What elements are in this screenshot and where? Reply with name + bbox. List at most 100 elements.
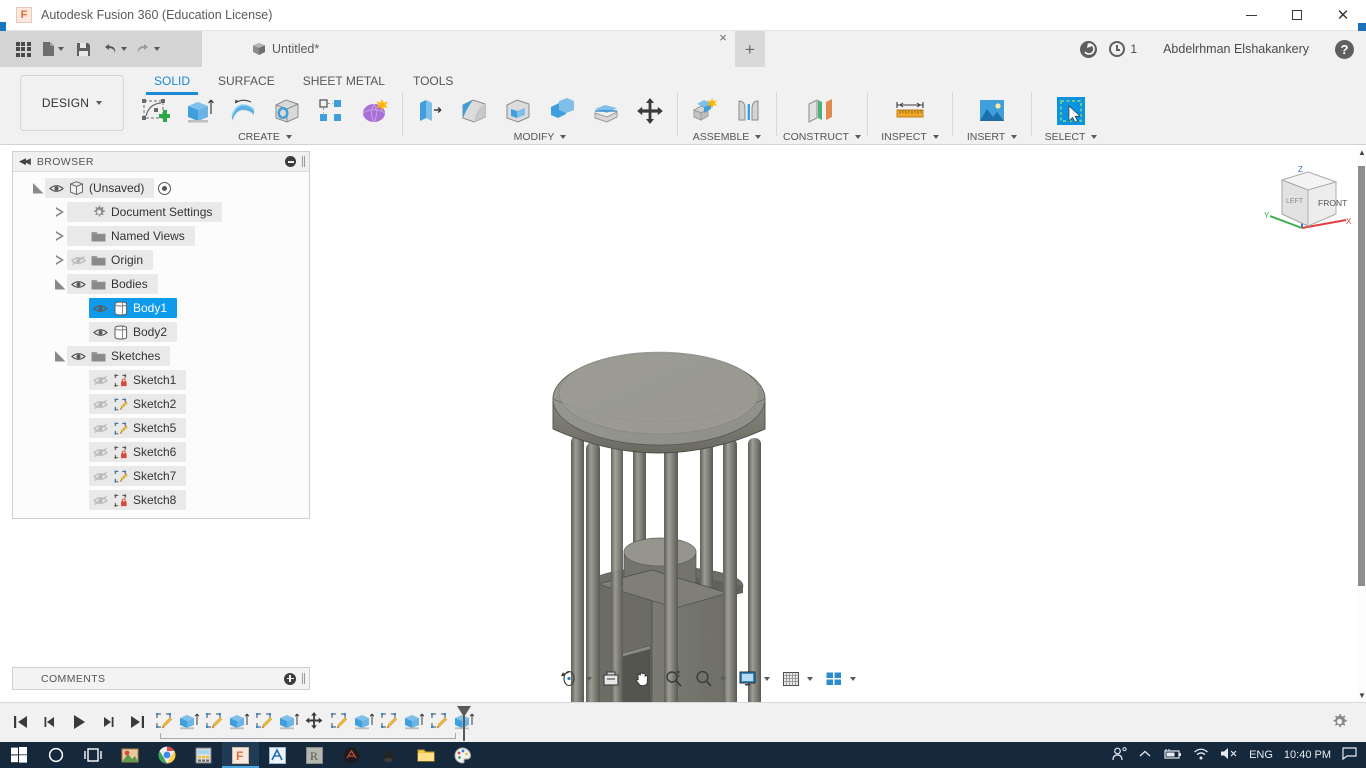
tree-expander-icon[interactable] <box>53 255 67 265</box>
viewports-icon[interactable] <box>821 666 847 691</box>
hole-icon[interactable] <box>266 92 308 130</box>
inkscape-icon[interactable] <box>370 742 407 768</box>
new-document-icon[interactable] <box>40 36 66 62</box>
browser-item-body2[interactable]: Body2 <box>13 320 309 344</box>
tree-expander-icon[interactable] <box>53 278 67 290</box>
extrude-feature-icon[interactable] <box>177 707 201 733</box>
step-forward-icon[interactable] <box>99 711 117 733</box>
shell-icon[interactable] <box>497 92 539 130</box>
fillet-icon[interactable] <box>453 92 495 130</box>
scrollbar-thumb[interactable] <box>1358 166 1365 586</box>
browser-item-pill[interactable]: Document Settings <box>67 202 223 222</box>
paint-icon[interactable] <box>444 742 481 768</box>
browser-item-pill[interactable]: Sketch2 <box>89 394 187 414</box>
browser-item-pill[interactable]: Body2 <box>89 322 178 342</box>
document-tab-close-icon[interactable]: × <box>719 31 727 67</box>
new-tab-button[interactable]: + <box>734 31 765 67</box>
offset-plane-icon[interactable] <box>801 92 843 130</box>
redo-icon[interactable] <box>133 36 162 62</box>
scroll-down-arrow[interactable]: ▼ <box>1358 691 1366 700</box>
chrome-icon[interactable] <box>148 742 185 768</box>
browser-item-pill[interactable]: Origin <box>67 250 154 270</box>
eye-visible-icon[interactable] <box>71 279 86 290</box>
action-center-icon[interactable] <box>1342 747 1357 763</box>
chevron-down-icon[interactable] <box>1011 135 1018 139</box>
view-cube[interactable]: FRONT LEFT Z X Y <box>1262 158 1354 242</box>
document-tab[interactable]: Untitled* <box>242 31 329 67</box>
eye-hidden-icon[interactable] <box>93 471 108 482</box>
photos-icon[interactable] <box>111 742 148 768</box>
sketch-feature-icon[interactable] <box>152 707 176 733</box>
sketch-feature-icon[interactable] <box>377 707 401 733</box>
tree-expander-icon[interactable] <box>53 207 67 217</box>
browser-item-pill[interactable]: Sketch7 <box>89 466 187 486</box>
timeline-marker[interactable] <box>456 705 472 741</box>
maximize-icon[interactable] <box>1274 0 1320 31</box>
joint-icon[interactable] <box>728 92 770 130</box>
notification-clock-icon[interactable] <box>1109 41 1126 57</box>
eye-visible-icon[interactable] <box>49 183 64 194</box>
fusion360-icon[interactable]: F <box>222 742 259 768</box>
browser-minimize-icon[interactable] <box>285 156 296 167</box>
browser-item-pill[interactable]: Bodies <box>67 274 158 294</box>
revit-icon[interactable]: R <box>296 742 333 768</box>
browser-item-sketch8[interactable]: Sketch8 <box>13 488 309 512</box>
play-icon[interactable] <box>70 711 88 733</box>
wifi-icon[interactable] <box>1193 747 1209 763</box>
browser-grip-handle[interactable] <box>302 156 303 167</box>
browser-item-document-settings[interactable]: Document Settings <box>13 200 309 224</box>
eye-visible-icon[interactable] <box>71 351 86 362</box>
eye-visible-icon[interactable] <box>93 303 108 314</box>
create-sketch-icon[interactable] <box>134 92 176 130</box>
browser-item-pill[interactable]: Sketch6 <box>89 442 187 462</box>
volume-muted-icon[interactable] <box>1220 747 1238 763</box>
viewport-scrollbar[interactable]: ▲ ▼ <box>1357 146 1366 702</box>
eye-hidden-icon[interactable] <box>93 399 108 410</box>
move-copy-icon[interactable] <box>629 92 671 130</box>
chevron-down-icon[interactable] <box>764 676 770 681</box>
browser-item-sketch1[interactable]: Sketch1 <box>13 368 309 392</box>
eye-hidden-icon[interactable] <box>93 423 108 434</box>
workspace-switcher-button[interactable]: DESIGN <box>20 75 124 131</box>
chevron-down-icon[interactable] <box>1091 135 1098 139</box>
proteus-icon[interactable] <box>259 742 296 768</box>
chevron-down-icon[interactable] <box>932 135 939 139</box>
select-icon[interactable] <box>1050 92 1092 130</box>
extrude-feature-icon[interactable] <box>402 707 426 733</box>
browser-item-pill[interactable]: Named Views <box>67 226 195 246</box>
sketch-feature-icon[interactable] <box>202 707 226 733</box>
sketch-feature-icon[interactable] <box>427 707 451 733</box>
browser-item-pill[interactable]: Sketch8 <box>89 490 187 510</box>
help-icon[interactable]: ? <box>1335 39 1354 59</box>
browser-item-unsaved[interactable]: (Unsaved) <box>13 176 309 200</box>
task-view-icon[interactable] <box>74 742 111 768</box>
extrude-icon[interactable] <box>178 92 220 130</box>
activate-component-radio[interactable] <box>158 181 172 195</box>
grid-snaps-icon[interactable] <box>778 666 804 691</box>
eye-hidden-icon[interactable] <box>93 447 108 458</box>
split-face-icon[interactable] <box>585 92 627 130</box>
app-grid-icon[interactable] <box>10 36 36 62</box>
browser-item-sketch6[interactable]: Sketch6 <box>13 440 309 464</box>
sketch-feature-icon[interactable] <box>252 707 276 733</box>
comments-grip-handle[interactable] <box>302 673 303 684</box>
browser-item-sketch2[interactable]: Sketch2 <box>13 392 309 416</box>
calculator-icon[interactable] <box>185 742 222 768</box>
chevron-down-icon[interactable] <box>854 135 861 139</box>
eye-visible-icon[interactable] <box>93 327 108 338</box>
comments-panel[interactable]: COMMENTS <box>12 667 310 690</box>
browser-item-bodies[interactable]: Bodies <box>13 272 309 296</box>
eye-hidden-icon[interactable] <box>93 495 108 506</box>
language-indicator[interactable]: ENG <box>1249 749 1273 761</box>
browser-item-pill[interactable]: Body1 <box>89 298 178 318</box>
eye-hidden-icon[interactable] <box>93 375 108 386</box>
insert-image-icon[interactable] <box>971 92 1013 130</box>
tree-expander-icon[interactable] <box>53 231 67 241</box>
undo-icon[interactable] <box>100 36 129 62</box>
orbit-icon[interactable] <box>556 666 583 691</box>
fit-view-icon[interactable] <box>598 666 624 691</box>
move-feature-icon[interactable] <box>302 707 326 733</box>
save-icon[interactable] <box>70 36 96 62</box>
timeline-settings-icon[interactable] <box>1331 713 1348 735</box>
browser-item-pill[interactable]: Sketch1 <box>89 370 187 390</box>
